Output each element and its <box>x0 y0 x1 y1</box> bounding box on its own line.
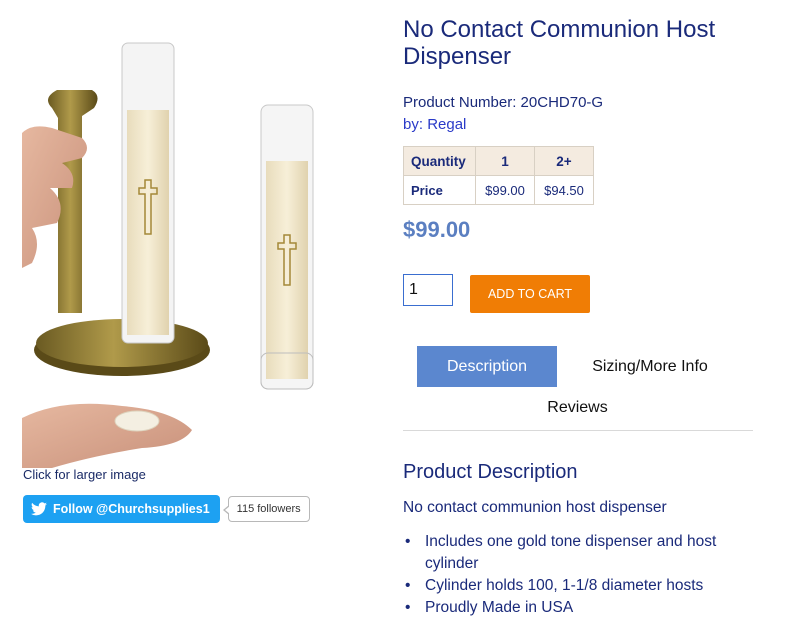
twitter-follow-label: Follow @Churchsupplies1 <box>53 502 210 516</box>
product-image[interactable] <box>22 38 222 468</box>
table-cell: $99.00 <box>475 175 535 205</box>
table-header-cell: Quantity <box>403 146 476 176</box>
tab-reviews[interactable]: Reviews <box>510 389 645 427</box>
product-description-heading: Product Description <box>403 461 578 483</box>
product-title: No Contact Communion Host Dispenser <box>403 16 716 70</box>
tab-description[interactable]: Description <box>417 346 557 387</box>
table-header-row: Quantity 1 2+ <box>403 146 594 176</box>
tab-sizing-more-info[interactable]: Sizing/More Info <box>575 346 725 387</box>
image-caption-link[interactable]: Click for larger image <box>23 467 146 482</box>
brand-link[interactable]: Regal <box>427 116 466 133</box>
product-number: Product Number: 20CHD70-G <box>403 94 604 111</box>
twitter-follow-button[interactable]: Follow @Churchsupplies1 <box>23 495 220 523</box>
by-prefix: by: <box>403 116 424 133</box>
product-brand-line: by: Regal <box>403 114 603 136</box>
table-row: Price $99.00 $94.50 <box>403 175 594 205</box>
quantity-price-table: Quantity 1 2+ Price $99.00 $94.50 <box>403 146 594 205</box>
product-meta: Product Number: 20CHD70-G by: Regal <box>403 92 603 136</box>
twitter-follow-widget: Follow @Churchsupplies1 115 followers <box>23 495 310 523</box>
list-item: Cylinder holds 100, 1-1/8 diameter hosts <box>403 575 748 597</box>
twitter-bird-icon <box>31 502 47 516</box>
product-price: $99.00 <box>403 217 471 242</box>
table-row-label: Price <box>403 175 476 205</box>
table-header-cell: 2+ <box>534 146 594 176</box>
twitter-followers-count[interactable]: 115 followers <box>222 496 310 522</box>
tabs-divider <box>403 430 753 431</box>
list-item: Proudly Made in USA <box>403 597 748 619</box>
feature-list: Includes one gold tone dispenser and hos… <box>403 531 748 619</box>
table-header-cell: 1 <box>475 146 535 176</box>
list-item: Includes one gold tone dispenser and hos… <box>403 531 748 575</box>
product-photo[interactable] <box>22 38 232 468</box>
table-cell: $94.50 <box>534 175 594 205</box>
quantity-input[interactable] <box>403 274 453 306</box>
product-description-intro: No contact communion host dispenser <box>403 499 667 516</box>
refill-cylinder-image <box>260 104 314 390</box>
add-to-cart-button[interactable]: ADD TO CART <box>470 275 590 313</box>
